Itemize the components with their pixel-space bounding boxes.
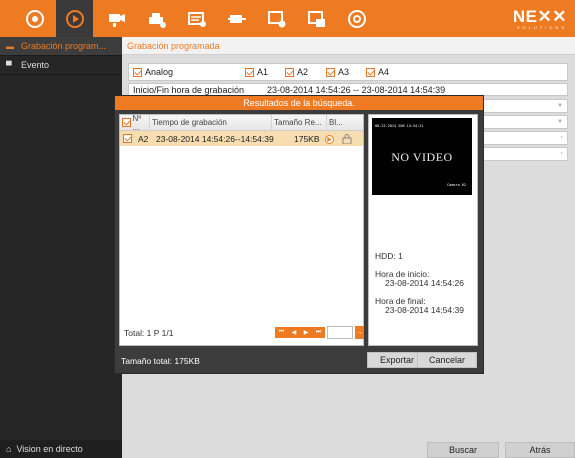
sidebar-item-live-view[interactable]: ⌂ Vision en directo <box>0 440 122 458</box>
go-page-button[interactable]: → <box>355 326 364 339</box>
lock-icon[interactable] <box>342 134 352 145</box>
main-actions: Buscar Atrás <box>122 442 575 458</box>
dropdown-arrow-icon: ▼ <box>557 119 563 125</box>
first-page-icon[interactable]: ⏮ <box>279 329 284 336</box>
pager: ⏮ ◀ ▶ ⏭ <box>275 327 325 338</box>
hdd-info: HDD: 1 <box>375 251 403 261</box>
end-time-value: 23-08-2014 14:54:39 <box>385 305 464 315</box>
live-view-icon[interactable] <box>16 0 53 37</box>
results-footer: Total: 1 P 1/1 ⏮ ◀ ▶ ⏭ → <box>120 321 364 345</box>
table-row[interactable]: A2 23-08-2014 14:54:26--14:54:39 175KB ▶ <box>120 131 363 146</box>
row-channel: A2 <box>138 133 149 144</box>
record-details-panel: 08-23-2014 SUN 14:54:21 NO VIDEO Camera … <box>368 114 478 346</box>
event-icon: ▀ <box>6 60 12 70</box>
a1-checkbox[interactable]: A1 <box>245 67 268 77</box>
dialog-body: Nº ... Tiempo de grabación Tamaño Re... … <box>119 114 478 346</box>
device-icon[interactable] <box>258 0 295 37</box>
cancel-button[interactable]: Cancelar <box>417 352 477 368</box>
results-total: Total: 1 P 1/1 <box>124 328 174 338</box>
results-table-header: Nº ... Tiempo de grabación Tamaño Re... … <box>120 114 363 132</box>
channel-filter-row: Analog A1 A2 A3 A4 <box>128 63 568 81</box>
osd-timestamp: 08-23-2014 SUN 14:54:21 <box>375 124 424 128</box>
search-button[interactable]: Buscar <box>427 442 499 458</box>
next-page-icon[interactable]: ▶ <box>304 329 309 336</box>
brand-logo: NE✕✕ SOLUTIONS <box>512 7 567 30</box>
column-size[interactable]: Tamaño Re... <box>272 114 327 131</box>
sidebar-item-scheduled-recording[interactable]: ▬ Grabación program... <box>0 37 122 56</box>
home-icon: ⌂ <box>6 444 12 454</box>
start-time-value: 23-08-2014 14:54:26 <box>385 278 464 288</box>
back-button[interactable]: Atrás <box>505 442 575 458</box>
row-size: 175KB <box>294 133 320 144</box>
page-number-input[interactable] <box>327 326 353 339</box>
results-list: Nº ... Tiempo de grabación Tamaño Re... … <box>119 114 364 346</box>
column-number[interactable]: Nº ... <box>120 114 150 132</box>
prev-page-icon[interactable]: ◀ <box>292 329 297 336</box>
a2-checkbox[interactable]: A2 <box>285 67 308 77</box>
analog-checkbox[interactable]: Analog <box>133 67 173 77</box>
alarm-icon[interactable] <box>178 0 215 37</box>
sidebar-item-event[interactable]: ▀ Evento <box>0 56 122 75</box>
column-time[interactable]: Tiempo de grabación <box>150 114 272 131</box>
no-video-label: NO VIDEO <box>391 150 453 164</box>
record-icon[interactable] <box>138 0 175 37</box>
sidebar-item-label: Vision en directo <box>16 444 83 454</box>
network-icon[interactable] <box>218 0 255 37</box>
video-preview: 08-23-2014 SUN 14:54:21 NO VIDEO Camera … <box>372 118 472 195</box>
play-icon[interactable]: ▶ <box>325 135 334 144</box>
folder-icon: ▬ <box>6 41 14 51</box>
clock-icon: ◔ <box>559 151 563 157</box>
column-lock[interactable]: Bl... <box>327 115 359 131</box>
sidebar-item-label: Grabación program... <box>21 41 107 51</box>
search-results-dialog: Resultados de la búsqueda. Nº ... Tiempo… <box>114 95 484 374</box>
time-range-value[interactable]: 23-08-2014 14:54:26 -- 23-08-2014 14:54:… <box>267 85 445 95</box>
sidebar-item-label: Evento <box>21 60 50 70</box>
clock-icon: ◔ <box>559 135 563 141</box>
dropdown-arrow-icon: ▼ <box>557 103 563 109</box>
page-title: Grabación programada <box>122 37 575 55</box>
camera-settings-icon[interactable] <box>98 0 135 37</box>
dialog-title: Resultados de la búsqueda. <box>115 96 483 110</box>
playback-icon[interactable] <box>56 0 93 37</box>
last-page-icon[interactable]: ⏭ <box>316 329 321 336</box>
a3-checkbox[interactable]: A3 <box>326 67 349 77</box>
a4-checkbox[interactable]: A4 <box>366 67 389 77</box>
osd-camera-name: Camera 02 <box>447 183 466 187</box>
sidebar: ▬ Grabación program... ▀ Evento ⌂ Vision… <box>0 37 122 458</box>
row-time: 23-08-2014 14:54:26--14:54:39 <box>156 133 274 144</box>
top-toolbar: NE✕✕ SOLUTIONS <box>0 0 575 37</box>
power-icon[interactable] <box>338 0 375 37</box>
system-icon[interactable] <box>298 0 335 37</box>
total-size-label: Tamaño total: 175KB <box>121 356 200 366</box>
time-range-label: Inicio/Fin hora de grabación <box>133 85 245 95</box>
